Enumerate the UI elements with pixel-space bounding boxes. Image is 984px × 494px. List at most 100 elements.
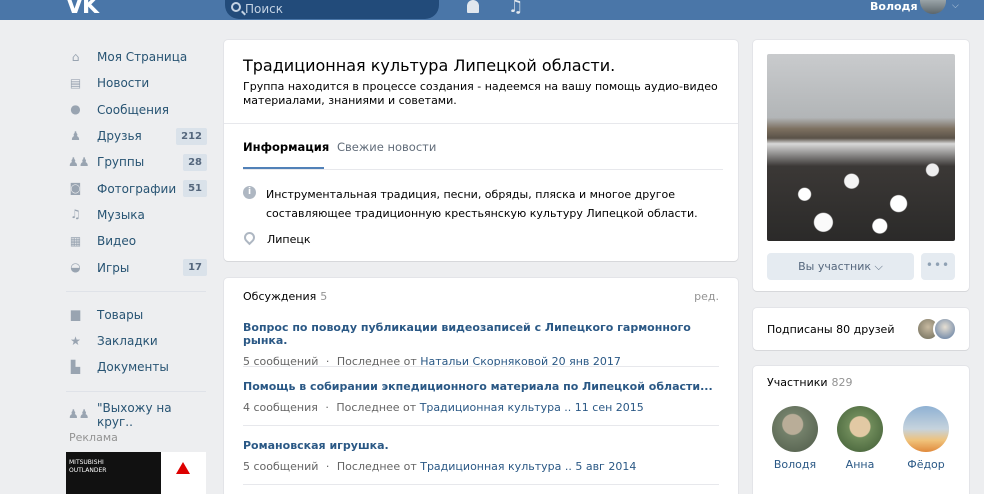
topic-item: Помощь в собирании экпедиционного матери… <box>243 380 721 414</box>
home-icon: ⌂ <box>71 49 80 64</box>
page-title: Традиционная культура Липецкой области. <box>243 56 616 75</box>
user-name[interactable]: Володя <box>870 0 918 13</box>
sidebar-item-label: Группы <box>97 155 145 170</box>
edit-link[interactable]: ред. <box>694 290 719 303</box>
group-status: Группа находится в процессе создания - н… <box>243 80 718 107</box>
location-pin-icon <box>241 229 258 246</box>
music-player-icon[interactable]: ♫ <box>508 0 523 17</box>
group-cover-photo[interactable] <box>767 54 955 241</box>
sidebar-item-friends[interactable]: ♟ Друзья 212 <box>66 123 207 149</box>
sidebar-item-photos[interactable]: ◙ Фотографии 51 <box>66 175 207 201</box>
topic-last-author-link[interactable]: Традиционная культура .. 5 авг 2014 <box>420 460 636 473</box>
topic-title[interactable]: Романовская игрушка. <box>243 439 721 452</box>
group-description: Инструментальная традиция, песни, обряды… <box>266 188 698 220</box>
top-header: VK Поиск ♫ Володя ⌵ <box>0 0 984 20</box>
ad-text: MITSUBISHI OUTLANDER <box>69 459 107 474</box>
user-avatar[interactable] <box>920 0 946 14</box>
discussions-count: 5 <box>320 290 328 303</box>
members-title: Участники <box>767 376 828 389</box>
friends-subscribed-card[interactable]: Подписаны 80 друзей <box>753 308 969 350</box>
sidebar-item-messages[interactable]: ● Сообщения <box>66 97 206 123</box>
sidebar-item-video[interactable]: ▦ Видео <box>66 228 206 254</box>
sidebar-item-label: Новости <box>97 76 150 91</box>
sidebar-item-bookmarks[interactable]: ★ Закладки <box>66 328 206 354</box>
more-actions-button[interactable]: ••• <box>921 253 955 280</box>
discussions-card: Обсуждения 5 ред. Вопрос по поводу публик… <box>224 278 738 494</box>
sidebar-item-label: "Выхожу на круг.. <box>97 400 172 429</box>
members-header[interactable]: Участники 829 <box>767 376 853 389</box>
topic-title[interactable]: Вопрос по поводу публикации видеозаписей… <box>243 321 721 347</box>
members-count: 829 <box>831 376 853 389</box>
divider <box>243 366 719 367</box>
avatar <box>837 406 883 452</box>
bag-icon: ▆ <box>70 307 81 322</box>
camera-icon: ◙ <box>69 181 82 196</box>
description-row: i Инструментальная традиция, песни, обря… <box>243 185 711 223</box>
photos-count-badge: 51 <box>183 180 207 198</box>
sidebar-item-label: Друзья <box>97 129 142 144</box>
sidebar-item-music[interactable]: ♫ Музыка <box>66 202 206 228</box>
divider <box>243 425 719 426</box>
music-icon: ♫ <box>70 207 81 222</box>
sidebar-item-label: Закладки <box>97 334 158 349</box>
sidebar-item-goods[interactable]: ▆ Товары <box>66 302 206 328</box>
ad-banner[interactable]: MITSUBISHI OUTLANDER <box>66 452 206 494</box>
left-sidebar: ⌂ Моя Страница ▤ Новости ● Сообщения ♟ Д… <box>66 44 207 429</box>
messages-icon: ● <box>70 102 81 117</box>
group-info-card: Традиционная культура Липецкой области. … <box>224 40 738 261</box>
member-name: Анна <box>845 458 875 471</box>
group-location[interactable]: Липецк <box>267 230 712 249</box>
search-input[interactable]: Поиск <box>225 0 439 19</box>
sidebar-item-label: Видео <box>97 234 137 249</box>
sidebar-item-bookmarked-group[interactable]: ♟♟ "Выхожу на круг.. <box>66 400 206 429</box>
topic-title[interactable]: Помощь в собирании экпедиционного матери… <box>243 380 721 393</box>
vk-logo[interactable]: VK <box>66 0 99 19</box>
group-icon: ♟♟ <box>68 407 90 422</box>
members-card: Участники 829 Володя Анна Фёдор <box>753 366 969 494</box>
member-item[interactable]: Володя <box>770 406 820 471</box>
bell-icon[interactable] <box>467 0 479 13</box>
video-icon: ▦ <box>69 233 82 248</box>
groups-icon: ♟♟ <box>68 154 90 169</box>
gamepad-icon: ◒ <box>70 260 81 275</box>
sidebar-item-label: Игры <box>97 260 130 275</box>
star-icon: ★ <box>70 333 81 348</box>
document-icon: ▙ <box>70 359 81 374</box>
info-icon: i <box>243 186 256 199</box>
friends-icon: ♟ <box>70 128 81 143</box>
member-item[interactable]: Анна <box>835 406 885 471</box>
topic-item: Романовская игрушка. 5 сообщений · После… <box>243 439 721 473</box>
sidebar-item-label: Музыка <box>97 207 145 222</box>
divider <box>224 123 738 124</box>
group-cover-card: Вы участник ⌵ ••• <box>753 40 969 291</box>
mitsubishi-logo-icon <box>161 452 206 494</box>
sidebar-divider <box>66 290 206 292</box>
sidebar-item-news[interactable]: ▤ Новости <box>66 70 206 96</box>
sidebar-item-groups[interactable]: ♟♟ Группы 28 <box>66 149 207 175</box>
topic-meta: 5 сообщений · Последнее от Традиционная … <box>243 460 637 473</box>
ads-label: Реклама <box>69 431 118 444</box>
divider <box>243 169 723 170</box>
tab-information[interactable]: Информация <box>243 140 329 154</box>
topic-last-author-link[interactable]: Традиционная культура .. 11 сен 2015 <box>420 401 644 414</box>
discussions-header[interactable]: Обсуждения 5 <box>243 290 327 303</box>
friends-subscribed-text: Подписаны 80 друзей <box>767 323 895 336</box>
sidebar-item-my-page[interactable]: ⌂ Моя Страница <box>66 44 206 70</box>
membership-button[interactable]: Вы участник ⌵ <box>767 253 914 280</box>
sidebar-item-label: Товары <box>97 307 144 322</box>
groups-count-badge: 28 <box>183 154 207 172</box>
tab-latest-news[interactable]: Свежие новости <box>337 140 436 154</box>
sidebar-item-documents[interactable]: ▙ Документы <box>66 354 206 380</box>
divider <box>243 484 719 485</box>
search-placeholder: Поиск <box>245 2 284 16</box>
member-name: Фёдор <box>907 458 945 471</box>
sidebar-item-label: Документы <box>97 360 169 375</box>
discussions-title: Обсуждения <box>243 290 317 303</box>
friends-count-badge: 212 <box>176 127 207 145</box>
sidebar-item-games[interactable]: ◒ Игры 17 <box>66 254 207 280</box>
sidebar-divider <box>66 390 206 392</box>
games-count-badge: 17 <box>183 259 207 277</box>
sidebar-item-label: Сообщения <box>97 102 170 117</box>
member-item[interactable]: Фёдор <box>901 406 951 471</box>
chevron-down-icon[interactable]: ⌵ <box>952 1 959 11</box>
